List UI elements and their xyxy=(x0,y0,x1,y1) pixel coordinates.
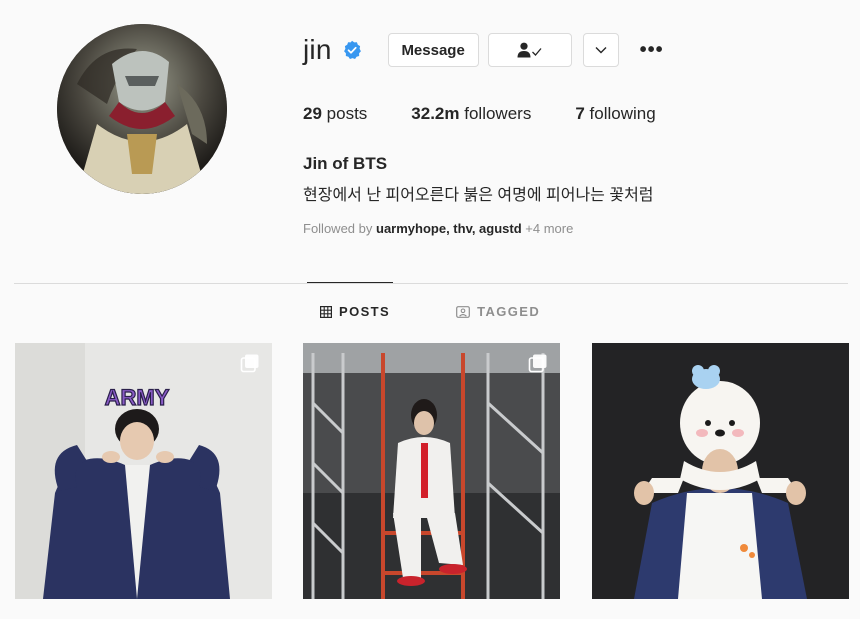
followed-by-prefix: Followed by xyxy=(303,221,373,236)
followed-by-more[interactable]: +4 more xyxy=(525,221,573,236)
profile-header: jin Message ••• 29 posts 32.2m followers… xyxy=(303,30,843,236)
posts-grid: ARMY xyxy=(15,343,849,599)
post-thumbnail-1[interactable]: ARMY xyxy=(15,343,272,599)
post-image-3 xyxy=(592,343,849,599)
person-check-icon xyxy=(517,42,542,58)
full-name: Jin of BTS xyxy=(303,154,388,173)
active-tab-indicator xyxy=(307,282,393,283)
post-thumbnail-3[interactable] xyxy=(592,343,849,599)
followers-stat[interactable]: 32.2m followers xyxy=(411,104,531,124)
posts-stat: 29 posts xyxy=(303,104,367,124)
followers-count: 32.2m xyxy=(411,104,460,123)
grid-icon xyxy=(320,305,332,318)
tab-posts[interactable]: POSTS xyxy=(320,304,390,319)
post-1-sign-text: ARMY xyxy=(105,385,170,410)
profile-stats: 29 posts 32.2m followers 7 following xyxy=(303,104,843,124)
more-options-icon[interactable]: ••• xyxy=(640,40,664,60)
bio: 현장에서 난 피어오른다 붉은 여명에 피어나는 꽃처럼 xyxy=(303,187,654,204)
tabs-divider xyxy=(14,283,848,284)
following-label: following xyxy=(589,104,656,123)
tab-tagged-label: TAGGED xyxy=(477,304,541,319)
followers-label: followers xyxy=(464,104,532,123)
following-stat[interactable]: 7 following xyxy=(575,104,655,124)
username: jin xyxy=(303,34,332,65)
profile-page: jin Message ••• 29 posts 32.2m followers… xyxy=(0,0,860,619)
tag-icon xyxy=(456,305,470,318)
followed-by-users[interactable]: uarmyhope, thv, agustd xyxy=(376,221,522,236)
profile-tabs: POSTS TAGGED xyxy=(320,304,540,319)
profile-title-row: jin Message ••• xyxy=(303,30,843,70)
post-thumbnail-2[interactable] xyxy=(303,343,560,599)
post-image-1: ARMY xyxy=(15,343,272,599)
following-button[interactable] xyxy=(487,33,572,67)
following-count: 7 xyxy=(575,104,585,123)
tab-tagged[interactable]: TAGGED xyxy=(456,304,540,319)
profile-avatar[interactable] xyxy=(57,24,227,194)
post-image-2 xyxy=(303,343,560,599)
verified-badge-icon xyxy=(342,40,362,60)
chevron-down-icon xyxy=(595,47,607,54)
message-button[interactable]: Message xyxy=(387,33,479,67)
avatar-image xyxy=(57,24,227,194)
followed-by[interactable]: Followed by uarmyhope, thv, agustd +4 mo… xyxy=(303,221,843,236)
posts-label: posts xyxy=(326,104,368,123)
suggested-accounts-button[interactable] xyxy=(582,33,619,67)
posts-count: 29 xyxy=(303,104,322,123)
multiple-posts-icon xyxy=(528,354,547,373)
multiple-posts-icon xyxy=(240,354,259,373)
tab-posts-label: POSTS xyxy=(339,304,391,319)
